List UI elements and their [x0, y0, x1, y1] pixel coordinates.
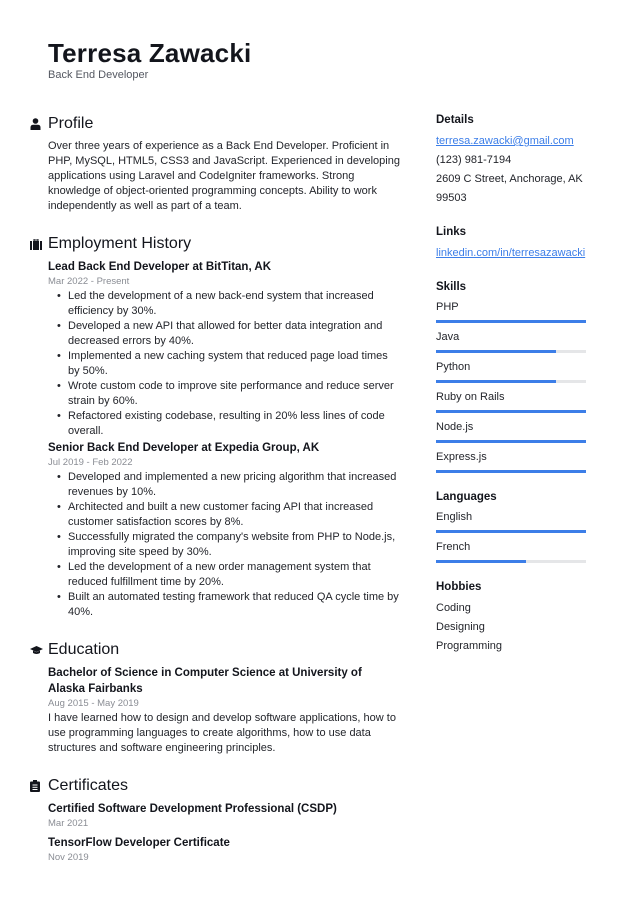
certificates-section: Certificates Certified Software Developm… — [30, 774, 400, 865]
degree-date: Aug 2015 - May 2019 — [48, 698, 139, 709]
skill-level-fill — [436, 380, 556, 383]
job-entry: Lead Back End Developer at BitTitan, AK … — [48, 259, 400, 439]
hobby-item: Designing — [436, 621, 485, 633]
bullet: Successfully migrated the company's webs… — [57, 530, 400, 560]
degree-description: I have learned how to design and develop… — [48, 712, 396, 754]
degree-title: Bachelor of Science in Computer Science … — [48, 667, 362, 695]
skill-level-fill — [436, 470, 586, 473]
job-bullets: Developed and implemented a new pricing … — [48, 470, 400, 620]
skill-level-fill — [436, 350, 556, 353]
skill-item: Node.js — [436, 419, 616, 443]
job-entry: Senior Back End Developer at Expedia Gro… — [48, 440, 400, 620]
job-bullets: Led the development of a new back-end sy… — [48, 289, 400, 439]
skill-level-bar — [436, 410, 586, 413]
hobby-item: Programming — [436, 640, 503, 652]
certificate-date: Nov 2019 — [48, 852, 89, 863]
hobby-item: Coding — [436, 602, 471, 614]
skill-level-fill — [436, 440, 586, 443]
main-column: Profile Over three years of experience a… — [30, 112, 400, 883]
job-title: Senior Back End Developer at Expedia Gro… — [48, 442, 320, 454]
bullet: Developed a new API that allowed for bet… — [57, 319, 400, 349]
job-date: Jul 2019 - Feb 2022 — [48, 457, 133, 468]
address: 2609 C Street, Anchorage, AK 99503 — [436, 173, 583, 204]
person-icon — [30, 116, 48, 132]
phone-number: (123) 981-7194 — [436, 154, 512, 166]
languages-section: Languages English French — [436, 489, 616, 563]
skill-name: PHP — [436, 301, 459, 313]
email-link[interactable]: terresa.zawacki@gmail.com — [436, 135, 574, 147]
bullet: Architected and built a new customer fac… — [57, 500, 400, 530]
language-level-bar — [436, 530, 586, 533]
certificate-title: TensorFlow Developer Certificate — [48, 837, 230, 849]
profile-text: Over three years of experience as a Back… — [48, 140, 400, 212]
clipboard-icon — [30, 778, 48, 794]
certificate-date: Mar 2021 — [48, 818, 89, 829]
certificate-title: Certified Software Development Professio… — [48, 803, 337, 815]
skills-section: Skills PHP Java Python Ruby on Rails Node.js… — [436, 279, 616, 473]
language-level-fill — [436, 530, 586, 533]
languages-heading: Languages — [436, 491, 497, 503]
bullet: Developed and implemented a new pricing … — [57, 470, 400, 500]
skill-item: Python — [436, 359, 616, 383]
language-item: English — [436, 509, 616, 533]
skill-item: Java — [436, 329, 616, 353]
bullet: Led the development of a new back-end sy… — [57, 289, 400, 319]
section-title: Profile — [48, 115, 94, 132]
skill-level-bar — [436, 320, 586, 323]
skills-heading: Skills — [436, 281, 467, 293]
resume-header: Terresa Zawacki Back End Developer — [48, 38, 251, 81]
section-title: Education — [48, 641, 120, 658]
links-section: Links linkedin.com/in/terresazawacki — [436, 224, 616, 263]
hobbies-heading: Hobbies — [436, 581, 482, 593]
employment-section: Employment History Lead Back End Develop… — [30, 232, 400, 620]
skill-level-bar — [436, 380, 586, 383]
hobbies-section: Hobbies Coding Designing Programming — [436, 579, 616, 656]
job-date: Mar 2022 - Present — [48, 276, 130, 287]
details-heading: Details — [436, 114, 474, 126]
linkedin-link[interactable]: linkedin.com/in/terresazawacki — [436, 247, 585, 259]
skill-item: PHP — [436, 299, 616, 323]
language-name: English — [436, 511, 473, 523]
skill-level-bar — [436, 350, 586, 353]
bullet: Wrote custom code to improve site perfor… — [57, 379, 400, 409]
bullet: Led the development of a new order manag… — [57, 560, 400, 590]
graduation-cap-icon — [30, 642, 48, 658]
language-level-fill — [436, 560, 526, 563]
skill-level-fill — [436, 410, 586, 413]
bullet: Refactored existing codebase, resulting … — [57, 409, 400, 439]
section-title: Employment History — [48, 235, 192, 252]
skill-item: Ruby on Rails — [436, 389, 616, 413]
bullet: Built an automated testing framework tha… — [57, 590, 400, 620]
sidebar-column: Details terresa.zawacki@gmail.com (123) … — [436, 112, 616, 672]
language-level-bar — [436, 560, 586, 563]
job-title: Lead Back End Developer at BitTitan, AK — [48, 261, 272, 273]
skill-name: Ruby on Rails — [436, 391, 505, 403]
skill-level-bar — [436, 440, 586, 443]
education-section: Education Bachelor of Science in Compute… — [30, 638, 400, 756]
profile-section: Profile Over three years of experience a… — [30, 112, 400, 214]
details-section: Details terresa.zawacki@gmail.com (123) … — [436, 112, 616, 208]
skill-name: Express.js — [436, 451, 487, 463]
skill-level-bar — [436, 470, 586, 473]
skill-name: Java — [436, 331, 460, 343]
language-item: French — [436, 539, 616, 563]
links-heading: Links — [436, 226, 467, 238]
skill-level-fill — [436, 320, 586, 323]
briefcase-icon — [30, 236, 48, 252]
skill-name: Node.js — [436, 421, 474, 433]
skill-name: Python — [436, 361, 471, 373]
candidate-name: Terresa Zawacki — [48, 38, 252, 68]
candidate-title: Back End Developer — [48, 69, 149, 81]
bullet: Implemented a new caching system that re… — [57, 349, 400, 379]
section-title: Certificates — [48, 777, 129, 794]
language-name: French — [436, 541, 471, 553]
skill-item: Express.js — [436, 449, 616, 473]
